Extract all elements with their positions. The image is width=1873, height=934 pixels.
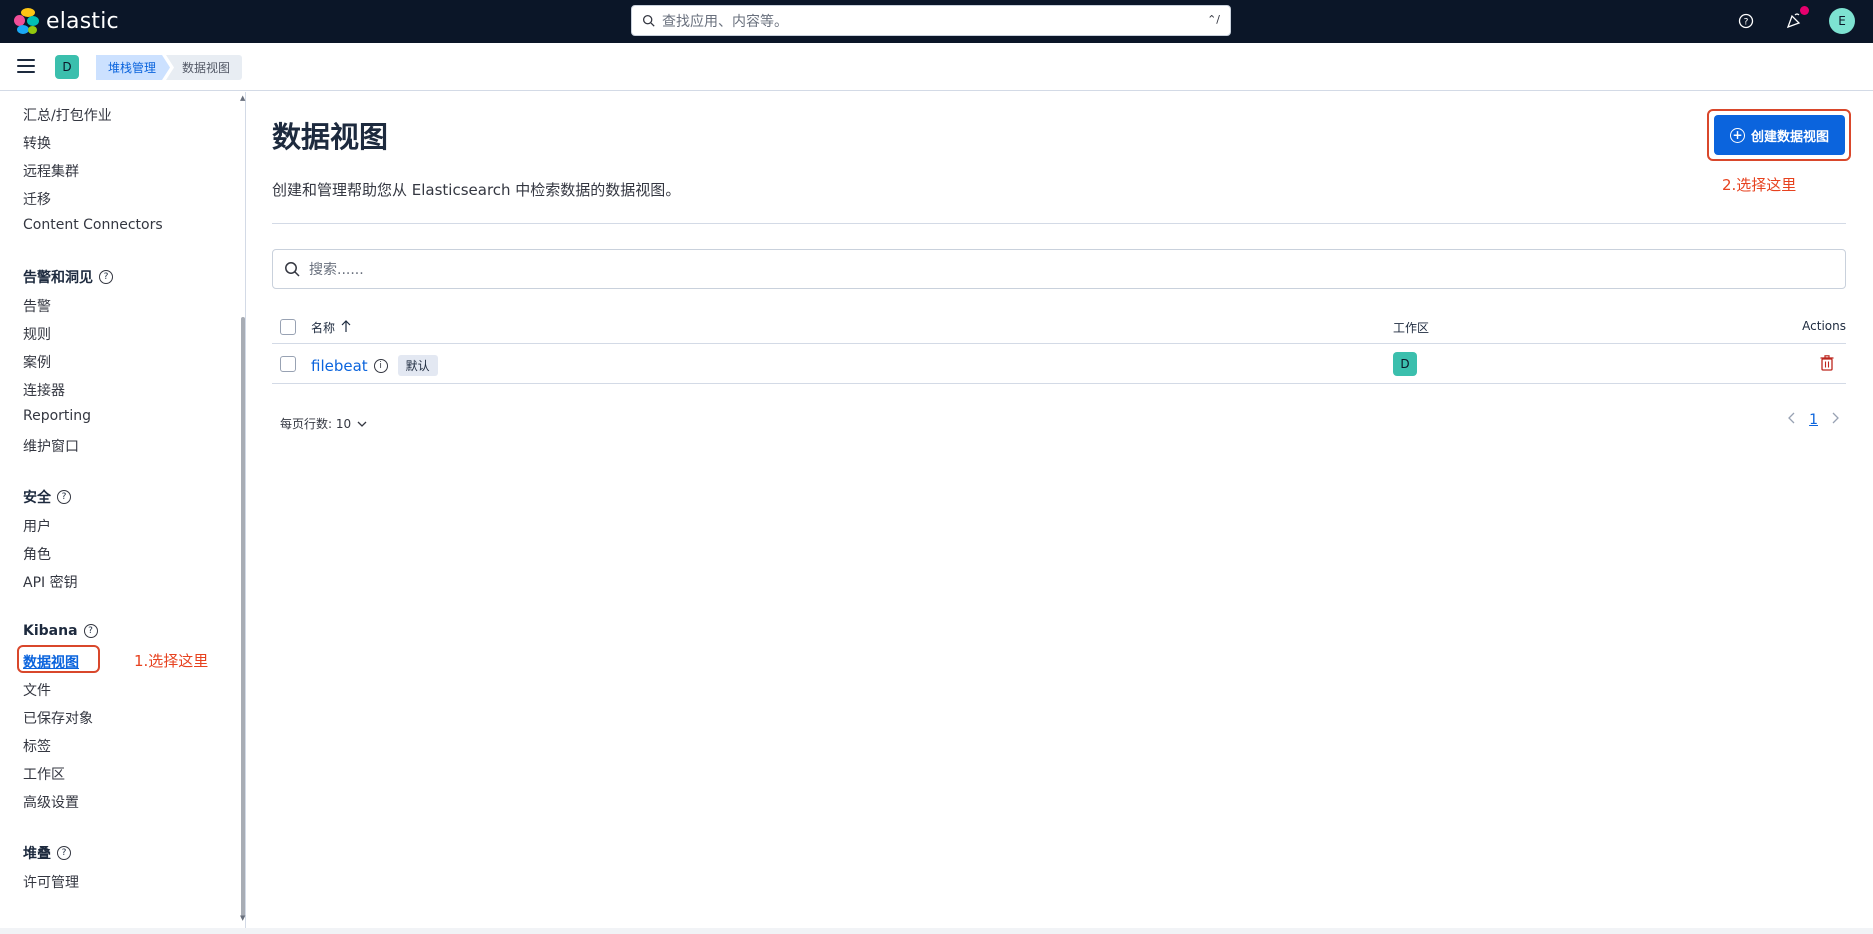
page-title: 数据视图	[272, 120, 389, 154]
sidebar-item-api-keys[interactable]: API 密钥	[23, 572, 78, 592]
annotation-step-1: 1.选择这里	[134, 652, 209, 670]
sidebar-item-alerts[interactable]: 告警	[23, 296, 51, 316]
sidebar-item-tags[interactable]: 标签	[23, 736, 51, 756]
create-data-view-label: 创建数据视图	[1750, 129, 1829, 145]
top-header: elastic 查找应用、内容等。 ⌃/ ? E	[0, 0, 1873, 43]
column-header-name[interactable]: 名称	[311, 319, 351, 336]
search-icon	[640, 13, 656, 29]
sidebar-item-saved-objects[interactable]: 已保存对象	[23, 708, 93, 728]
sidebar-item-data-views[interactable]: 数据视图	[23, 652, 79, 672]
sidebar-item-migrate[interactable]: 迁移	[23, 189, 51, 209]
sidebar-item-cases[interactable]: 案例	[23, 352, 51, 372]
sidebar-item-connectors[interactable]: 连接器	[23, 380, 65, 400]
elastic-logo-icon	[14, 8, 40, 34]
space-selector[interactable]: D	[55, 55, 79, 79]
svg-text:?: ?	[1744, 18, 1749, 28]
sidebar-item-reporting[interactable]: Reporting	[23, 408, 91, 424]
scroll-up-icon[interactable]: ▲	[240, 94, 245, 102]
create-data-view-button[interactable]: + 创建数据视图	[1714, 115, 1845, 155]
sidebar-section-alerts-insights: 告警和洞见 ?	[23, 267, 113, 287]
rows-per-page-label: 每页行数: 10	[280, 417, 352, 431]
help-icon[interactable]: ?	[83, 624, 98, 638]
help-icon[interactable]: ?	[99, 270, 113, 284]
sidebar-item-users[interactable]: 用户	[23, 516, 51, 536]
sidebar-section-kibana: Kibana ?	[23, 623, 98, 639]
plus-circle-icon: +	[1729, 127, 1745, 143]
global-search-input[interactable]: 查找应用、内容等。 ⌃/	[631, 5, 1231, 36]
main-content: 数据视图 创建和管理帮助您从 Elasticsearch 中检索数据的数据视图。…	[247, 92, 1873, 934]
section-title: 告警和洞见	[23, 270, 93, 286]
search-placeholder: 搜索......	[309, 262, 364, 278]
help-icon[interactable]: ?	[57, 846, 71, 860]
management-sidebar: 汇总/打包作业 转换 远程集群 迁移 Content Connectors 告警…	[0, 92, 246, 934]
data-views-table: 名称 工作区 Actions filebeat i 默认 D	[272, 308, 1846, 384]
annotation-step-2: 2.选择这里	[1722, 176, 1797, 194]
newsfeed-icon[interactable]	[1781, 6, 1809, 34]
pagination: 1	[1787, 412, 1840, 428]
data-view-link[interactable]: filebeat	[311, 357, 368, 375]
sidebar-section-security: 安全 ?	[23, 487, 71, 507]
logo-text: elastic	[46, 8, 119, 34]
sidebar-item-transforms[interactable]: 转换	[23, 133, 51, 153]
sidebar-item-rollup-jobs[interactable]: 汇总/打包作业	[23, 105, 112, 125]
column-header-actions: Actions	[1802, 319, 1846, 333]
search-shortcut-hint: ⌃/	[1207, 13, 1220, 26]
space-avatar: D	[1393, 352, 1417, 376]
bottom-strip	[0, 928, 1873, 934]
rows-per-page-selector[interactable]: 每页行数: 10	[280, 415, 367, 432]
info-icon[interactable]: i	[373, 358, 388, 373]
sidebar-item-files[interactable]: 文件	[23, 680, 51, 700]
breadcrumb: 堆栈管理 数据视图	[96, 55, 243, 80]
user-avatar[interactable]: E	[1829, 8, 1855, 34]
row-checkbox[interactable]	[280, 356, 296, 372]
global-search-placeholder: 查找应用、内容等。	[662, 13, 788, 30]
sidebar-item-remote-clusters[interactable]: 远程集群	[23, 161, 79, 181]
column-header-space: 工作区	[1393, 321, 1430, 335]
data-view-search-input[interactable]: 搜索......	[272, 249, 1846, 289]
chevron-down-icon	[357, 417, 367, 431]
help-icon[interactable]: ?	[57, 490, 71, 504]
chevron-left-icon[interactable]	[1787, 412, 1795, 428]
sidebar-item-content-connectors[interactable]: Content Connectors	[23, 217, 163, 233]
sidebar-section-stack: 堆叠 ?	[23, 843, 71, 863]
breadcrumb-data-views: 数据视图	[166, 55, 243, 80]
sort-ascending-icon	[341, 319, 351, 336]
page-description: 创建和管理帮助您从 Elasticsearch 中检索数据的数据视图。	[272, 181, 681, 199]
breadcrumb-stack-management[interactable]: 堆栈管理	[96, 55, 170, 80]
section-title: Kibana	[23, 623, 78, 639]
scrollbar-thumb[interactable]	[241, 317, 245, 917]
sidebar-item-roles[interactable]: 角色	[23, 544, 51, 564]
search-icon	[283, 260, 301, 278]
help-icon[interactable]: ?	[1733, 8, 1759, 34]
section-title: 堆叠	[23, 846, 51, 862]
default-badge: 默认	[397, 355, 438, 376]
delete-trash-icon[interactable]	[1820, 355, 1836, 372]
chevron-right-icon[interactable]	[1832, 412, 1840, 428]
table-row: filebeat i 默认 D	[272, 344, 1846, 384]
page-number-button[interactable]: 1	[1809, 412, 1818, 428]
table-header: 名称 工作区 Actions	[272, 308, 1846, 344]
sidebar-item-maintenance-windows[interactable]: 维护窗口	[23, 436, 79, 456]
select-all-checkbox[interactable]	[280, 319, 296, 335]
column-name-label: 名称	[311, 321, 336, 335]
sidebar-item-advanced-settings[interactable]: 高级设置	[23, 792, 79, 812]
notification-dot	[1800, 6, 1809, 15]
sidebar-item-rules[interactable]: 规则	[23, 324, 51, 344]
sidebar-item-spaces[interactable]: 工作区	[23, 764, 65, 784]
sidebar-scrollbar[interactable]: ▲ ▼	[240, 92, 246, 934]
table-footer: 每页行数: 10 1	[272, 408, 1846, 438]
menu-toggle-icon[interactable]	[17, 59, 35, 73]
breadcrumb-bar: D 堆栈管理 数据视图	[0, 43, 1873, 91]
sidebar-item-license-management[interactable]: 许可管理	[23, 872, 79, 892]
divider	[272, 223, 1846, 224]
elastic-logo[interactable]: elastic	[14, 8, 119, 34]
section-title: 安全	[23, 490, 51, 506]
scroll-down-icon[interactable]: ▼	[240, 914, 245, 922]
